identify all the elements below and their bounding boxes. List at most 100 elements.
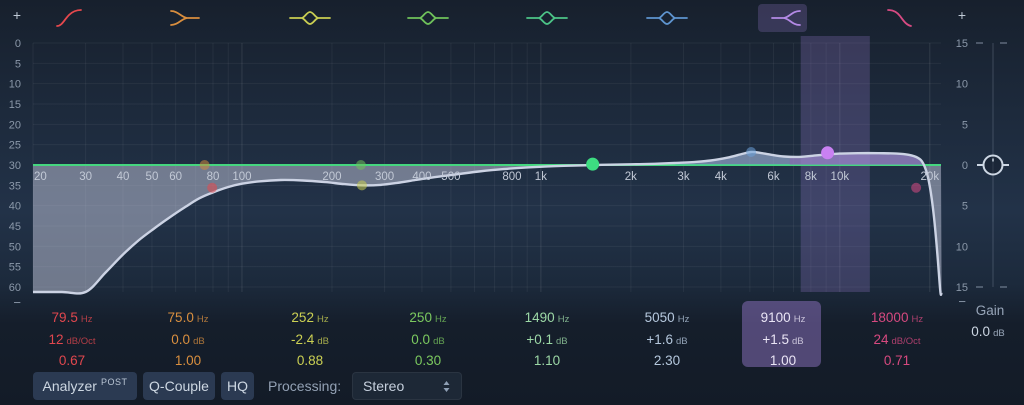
band-2-frequency-value[interactable]: 75.0 Hz [133,308,243,330]
unit-text: Hz [793,314,806,325]
band-1-readout[interactable]: 79.5 Hz 12 dB/Oct 0.67 [17,308,127,371]
q-couple-button-label: Q-Couple [149,378,209,394]
left-scale-plus-button[interactable]: + [13,7,21,23]
gain-axis-tick: 15 [956,38,968,50]
left-axis-tick: 30 [9,160,21,172]
band-3-frequency-value[interactable]: 252 Hz [255,308,365,330]
unit-text: dB [676,335,688,347]
band-7-readout[interactable]: 9100 Hz +1.5 dB 1.00 [728,308,838,371]
freq-label-80: 80 [207,171,220,183]
value-text: 12 [48,331,64,347]
band-1-q-value[interactable]: 0.67 [17,351,127,371]
band-2-gain-value[interactable]: 0.0 dB [133,330,243,352]
bell-filter-icon-band-5[interactable] [525,4,569,32]
low-pass-filter-icon-band-8[interactable] [875,4,919,32]
value-text: 0.67 [58,353,86,368]
band-6-frequency-value[interactable]: 5050 Hz [612,308,722,330]
high-shelf-filter-icon-band-7[interactable] [761,4,805,32]
band-8-readout[interactable]: 18000 Hz 24 dB/Oct 0.71 [842,308,952,371]
unit-text: dB [556,335,568,347]
eq-node-band-4[interactable] [355,160,366,170]
eq-node-band-6[interactable] [746,146,757,157]
value-text: 250 [409,310,432,325]
gain-scale-plus-button[interactable]: + [958,7,966,23]
unit-text: dB [792,335,804,347]
freq-label-6k: 6k [767,171,779,183]
freq-label-200: 200 [322,171,341,183]
q-couple-button[interactable]: Q-Couple [143,372,215,400]
low-shelf-filter-icon-band-2[interactable] [166,4,210,32]
freq-label-400: 400 [412,171,431,183]
band-8-q-value[interactable]: 0.71 [842,351,952,371]
unit-text: Hz [911,314,924,325]
eq-node-band-1[interactable] [207,182,218,193]
value-text: 18000 [870,310,909,325]
dropdown-chevrons-icon [442,379,451,394]
band-4-gain-value[interactable]: 0.0 dB [373,330,483,352]
band-7-frequency-value[interactable]: 9100 Hz [728,308,838,330]
unit-text: dB [317,335,329,347]
freq-label-300: 300 [375,171,394,183]
gain-value[interactable]: 0.0 dB [952,324,1024,339]
band-3-gain-value[interactable]: -2.4 dB [255,330,365,352]
value-text: 0.30 [414,353,442,368]
eq-node-band-8[interactable] [911,182,922,193]
eq-node-band-5[interactable] [586,157,600,171]
value-text: 0.71 [883,353,911,368]
band-5-readout[interactable]: 1490 Hz +0.1 dB 1.10 [492,308,602,371]
gain-axis-tick: 0 [962,160,968,172]
bell-filter-icon-band-6[interactable] [645,4,689,32]
band-5-frequency-value[interactable]: 1490 Hz [492,308,602,330]
eq-node-band-3[interactable] [356,180,367,191]
processing-select[interactable]: Stereo [352,372,462,400]
band-2-q-value[interactable]: 1.00 [133,351,243,371]
band-6-gain-value[interactable]: +1.6 dB [612,330,722,352]
band-7-gain-value[interactable]: +1.5 dB [728,330,838,352]
value-text: +1.6 [646,331,674,347]
left-axis-tick: 15 [9,99,21,111]
eq-node-band-7[interactable] [821,146,835,160]
eq-node-band-2[interactable] [199,160,210,170]
freq-label-3k: 3k [677,171,689,183]
analyzer-button[interactable]: Analyzer POST [33,372,137,400]
freq-label-800: 800 [502,171,521,183]
value-text: 9100 [760,310,791,325]
value-text: +1.5 [762,331,790,347]
hq-button[interactable]: HQ [221,372,254,400]
freq-label-30: 30 [79,171,92,183]
band-3-q-value[interactable]: 0.88 [255,351,365,371]
bell-filter-icon-band-4[interactable] [406,4,450,32]
band-7-q-value[interactable]: 1.00 [728,351,838,371]
unit-text: dB [433,335,445,347]
band-6-q-value[interactable]: 2.30 [612,351,722,371]
freq-label-2k: 2k [625,171,637,183]
value-text: 2.30 [653,353,681,368]
band-4-q-value[interactable]: 0.30 [373,351,483,371]
value-text: 1.00 [769,353,797,368]
high-pass-filter-icon-band-1[interactable] [50,4,94,32]
band-1-frequency-value[interactable]: 79.5 Hz [17,308,127,330]
band-8-frequency-value[interactable]: 18000 Hz [842,308,952,330]
bell-filter-icon-band-3[interactable] [288,4,332,32]
eq-plugin-window: 20 30 40 50 60 80 100 200 300 400 500 800 1k 2k 3k 4k 6k… [0,0,1024,405]
band-4-frequency-value[interactable]: 250 Hz [373,308,483,330]
value-text: 24 [873,331,889,347]
unit-text: Hz [80,314,93,325]
band-5-gain-value[interactable]: +0.1 dB [492,330,602,352]
band-8-gain-value[interactable]: 24 dB/Oct [842,330,952,352]
value-text: 252 [291,310,314,325]
band-3-readout[interactable]: 252 Hz -2.4 dB 0.88 [255,308,365,371]
freq-label-1k: 1k [535,171,547,183]
band-1-gain-value[interactable]: 12 dB/Oct [17,330,127,352]
band-5-q-value[interactable]: 1.10 [492,351,602,371]
value-text: 1.10 [533,353,561,368]
left-axis-tick: 10 [9,79,21,91]
gain-knob[interactable] [977,154,1009,176]
band-6-readout[interactable]: 5050 Hz +1.6 dB 2.30 [612,308,722,371]
left-axis-tick: 50 [9,241,21,253]
freq-label-20: 20 [34,171,47,183]
value-text: 79.5 [51,310,78,325]
bottom-toolbar: Analyzer POST Q-Couple HQ Processing: St… [0,372,1024,400]
band-2-readout[interactable]: 75.0 Hz 0.0 dB 1.00 [133,308,243,371]
band-4-readout[interactable]: 250 Hz 0.0 dB 0.30 [373,308,483,371]
